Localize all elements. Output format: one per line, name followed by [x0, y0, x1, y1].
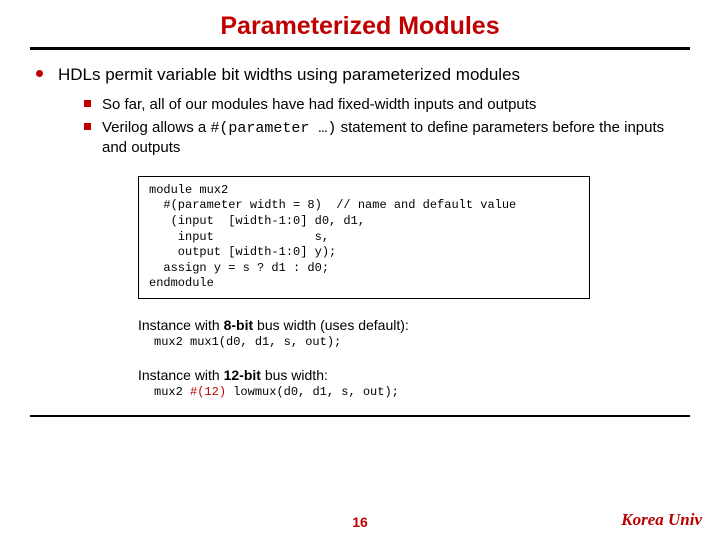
- instance-1-label-c: bus width (uses default):: [253, 317, 409, 333]
- main-bullet: HDLs permit variable bit widths using pa…: [30, 64, 690, 85]
- instance-2-label: Instance with 12-bit bus width:: [138, 367, 690, 383]
- instance-2-label-c: bus width:: [261, 367, 328, 383]
- sub-bullet-1-text: So far, all of our modules have had fixe…: [102, 96, 536, 113]
- sub-bullet-2-code: #(parameter …): [210, 120, 336, 137]
- instance-1-code: mux2 mux1(d0, d1, s, out);: [154, 335, 690, 349]
- university-logo-text: Korea Univ: [621, 510, 702, 530]
- sub-bullet-1: So far, all of our modules have had fixe…: [84, 95, 690, 115]
- instance-2-code-a: mux2: [154, 385, 190, 399]
- footer: 16: [0, 514, 720, 530]
- instance-2-label-b: 12-bit: [224, 367, 261, 383]
- title-rule: [30, 47, 690, 50]
- sub-bullet-list: So far, all of our modules have had fixe…: [30, 95, 690, 158]
- instance-1-label-b: 8-bit: [224, 317, 254, 333]
- bullet-dot-icon: [36, 70, 43, 77]
- instance-1-label: Instance with 8-bit bus width (uses defa…: [138, 317, 690, 333]
- instance-1-label-a: Instance with: [138, 317, 224, 333]
- square-bullet-icon: [84, 123, 91, 130]
- square-bullet-icon: [84, 100, 91, 107]
- instance-2-code: mux2 #(12) lowmux(d0, d1, s, out);: [154, 385, 690, 399]
- slide-title: Parameterized Modules: [30, 12, 690, 41]
- instance-2-code-c: lowmux(d0, d1, s, out);: [226, 385, 399, 399]
- sub-bullet-2: Verilog allows a #(parameter …) statemen…: [84, 118, 690, 158]
- main-bullet-text: HDLs permit variable bit widths using pa…: [58, 65, 520, 84]
- instance-2-code-b: #(12): [190, 385, 226, 399]
- instance-2-label-a: Instance with: [138, 367, 224, 383]
- page-number: 16: [0, 514, 720, 530]
- code-block: module mux2 #(parameter width = 8) // na…: [138, 176, 590, 299]
- footer-rule: [30, 415, 690, 417]
- sub-bullet-2-text-a: Verilog allows a: [102, 119, 210, 136]
